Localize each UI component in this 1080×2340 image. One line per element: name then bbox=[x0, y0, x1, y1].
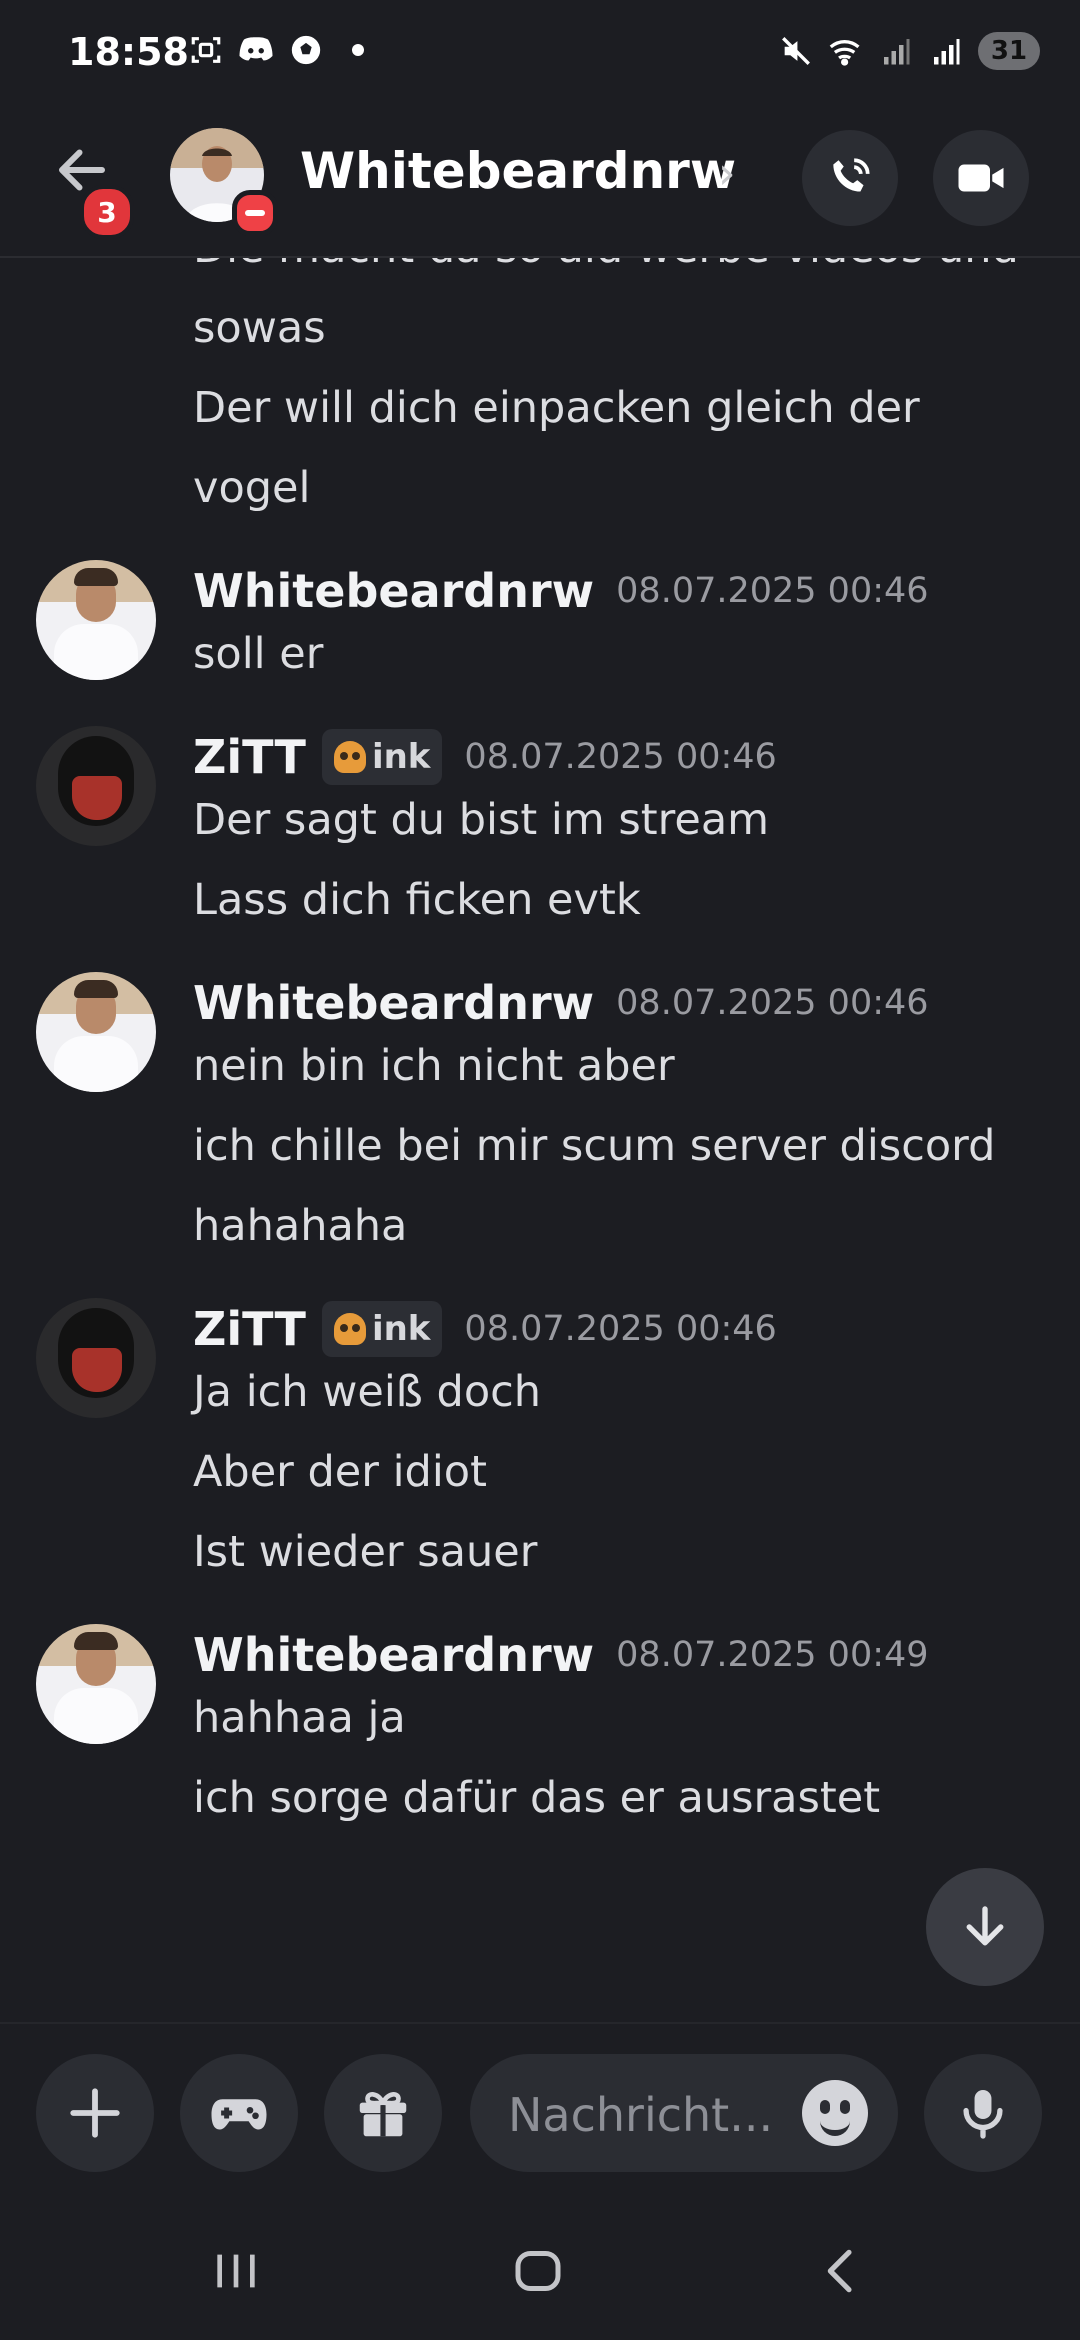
voice-call-button[interactable] bbox=[802, 130, 898, 226]
message-text: Der will dich einpacken gleich der bbox=[193, 383, 920, 433]
author-name[interactable]: Whitebeardnrw bbox=[193, 976, 594, 1030]
skull-icon bbox=[333, 741, 366, 773]
emoji-icon[interactable] bbox=[802, 2080, 868, 2146]
status-bar: 18:58 31 bbox=[0, 0, 1080, 110]
attach-button[interactable] bbox=[36, 2054, 154, 2172]
discord-icon bbox=[238, 32, 274, 68]
author-name[interactable]: Whitebeardnrw bbox=[193, 564, 594, 618]
signal-icon bbox=[878, 33, 914, 69]
chevron-left-icon bbox=[827, 2249, 852, 2293]
avatar[interactable] bbox=[36, 1298, 156, 1418]
message-text: nein bin ich nicht aber bbox=[193, 1041, 675, 1091]
message-input[interactable]: Nachricht... bbox=[470, 2054, 898, 2172]
author-name[interactable]: Whitebeardnrw bbox=[193, 1628, 594, 1682]
activities-button[interactable] bbox=[180, 2054, 298, 2172]
status-left-icons bbox=[188, 32, 364, 68]
message-group[interactable]: Whitebeardnrw 08.07.2025 00:49 hahhaa ja… bbox=[0, 1622, 1080, 1828]
voice-call-icon bbox=[833, 158, 870, 192]
author-name[interactable]: ZiTT bbox=[193, 1302, 306, 1356]
microphone-icon bbox=[963, 2090, 1003, 2139]
jump-to-bottom-button[interactable] bbox=[926, 1868, 1044, 1986]
gift-button[interactable] bbox=[324, 2054, 442, 2172]
battery-indicator: 31 bbox=[978, 32, 1040, 70]
skull-icon bbox=[333, 1313, 366, 1345]
message-text: ich chille bei mir scum server discord bbox=[193, 1121, 996, 1171]
chat-header: 3 Whitebeardnrw › bbox=[0, 110, 1080, 258]
screenshot-icon bbox=[188, 32, 224, 68]
mute-icon bbox=[778, 33, 814, 69]
message-text: sowas bbox=[193, 303, 326, 353]
voice-message-button[interactable] bbox=[924, 2054, 1042, 2172]
video-call-button[interactable] bbox=[933, 130, 1029, 226]
message-text: ich sorge dafür das er ausrastet bbox=[193, 1773, 881, 1823]
server-tag[interactable]: ink bbox=[321, 729, 443, 785]
system-back-button[interactable] bbox=[802, 2236, 882, 2306]
message-continuation: Die macht da so ald werbe videos und sow… bbox=[0, 258, 1080, 518]
home-icon bbox=[515, 2251, 561, 2291]
recents-icon bbox=[217, 2254, 255, 2288]
author-name[interactable]: ZiTT bbox=[193, 730, 306, 784]
message-text: Aber der idiot bbox=[193, 1447, 487, 1497]
avatar[interactable] bbox=[36, 726, 156, 846]
signal-icon bbox=[928, 33, 964, 69]
notification-dot-icon bbox=[352, 44, 364, 56]
message-text: Ja ich weiß doch bbox=[193, 1367, 542, 1417]
video-call-icon bbox=[958, 164, 1004, 192]
avatar[interactable] bbox=[36, 560, 156, 680]
arrow-down-icon bbox=[966, 1906, 1004, 1946]
gamepad-icon bbox=[211, 2099, 267, 2130]
home-button[interactable] bbox=[498, 2236, 578, 2306]
message-text: Ist wieder sauer bbox=[193, 1527, 538, 1577]
message-text: Der sagt du bist im stream bbox=[193, 795, 770, 845]
message-list[interactable]: Die macht da so ald werbe videos und sow… bbox=[0, 258, 1080, 2020]
recent-apps-button[interactable] bbox=[196, 2236, 276, 2306]
chat-title[interactable]: Whitebeardnrw bbox=[300, 142, 736, 200]
plus-icon bbox=[70, 2088, 120, 2138]
status-right-icons: 31 bbox=[778, 32, 1040, 70]
dnd-status-icon bbox=[232, 190, 278, 236]
server-tag[interactable]: ink bbox=[321, 1301, 443, 1357]
message-composer: Nachricht... bbox=[0, 2022, 1080, 2204]
wifi-icon bbox=[828, 33, 864, 69]
message-group[interactable]: Whitebeardnrw 08.07.2025 00:46 nein bin … bbox=[0, 970, 1080, 1256]
gift-icon bbox=[359, 2092, 407, 2137]
message-text: Die macht da so ald werbe videos und bbox=[193, 258, 1080, 278]
message-text: hahhaa ja bbox=[193, 1693, 406, 1743]
avatar[interactable] bbox=[36, 1624, 156, 1744]
timestamp: 08.07.2025 00:46 bbox=[616, 983, 929, 1023]
message-input-placeholder: Nachricht... bbox=[508, 2088, 774, 2142]
message-text: Lass dich ficken evtk bbox=[193, 875, 641, 925]
message-group[interactable]: ZiTT ink 08.07.2025 00:46 Der sagt du bi… bbox=[0, 724, 1080, 930]
timestamp: 08.07.2025 00:46 bbox=[464, 737, 777, 777]
avatar[interactable] bbox=[36, 972, 156, 1092]
timestamp: 08.07.2025 00:46 bbox=[464, 1309, 777, 1349]
message-group[interactable]: ZiTT ink 08.07.2025 00:46 Ja ich weiß do… bbox=[0, 1296, 1080, 1582]
timestamp: 08.07.2025 00:46 bbox=[616, 571, 929, 611]
system-navigation-bar bbox=[0, 2202, 1080, 2340]
unread-badge: 3 bbox=[80, 185, 134, 239]
message-text: hahahaha bbox=[193, 1201, 408, 1251]
message-text: vogel bbox=[193, 463, 311, 513]
status-time: 18:58 bbox=[68, 30, 189, 74]
message-group[interactable]: Whitebeardnrw 08.07.2025 00:46 soll er bbox=[0, 558, 1080, 684]
soccer-icon bbox=[288, 32, 324, 68]
timestamp: 08.07.2025 00:49 bbox=[616, 1635, 929, 1675]
message-text: soll er bbox=[193, 629, 324, 679]
chevron-right-icon[interactable]: › bbox=[718, 148, 736, 199]
